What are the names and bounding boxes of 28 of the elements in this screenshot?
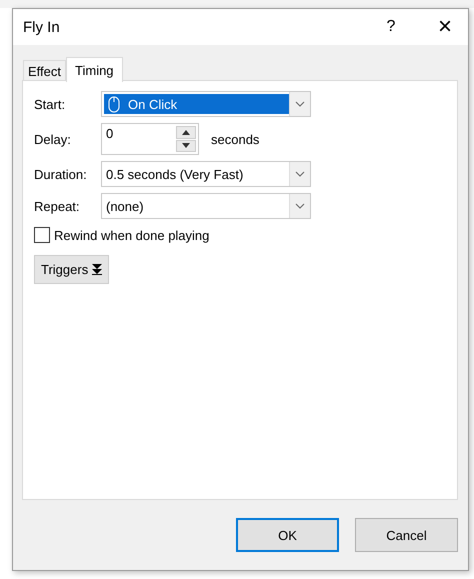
window-title: Fly In	[23, 18, 61, 36]
tab[interactable]: Effect	[23, 60, 66, 81]
dialog-button[interactable]: Cancel	[355, 518, 458, 552]
dropdown[interactable]: 0.5 seconds (Very Fast)	[101, 161, 311, 187]
unit-label: seconds	[211, 132, 260, 146]
triangle-up-icon	[182, 130, 190, 135]
chevron-down-icon	[295, 203, 305, 209]
chevron-down-icon	[295, 101, 305, 107]
tab[interactable]: Timing	[66, 57, 123, 82]
field-label: Start:	[34, 96, 66, 112]
close-button[interactable]: ×	[430, 13, 460, 41]
checkbox-label: Rewind when done playing	[54, 228, 210, 242]
spinner-field[interactable]: 0	[101, 123, 199, 155]
mouse-icon	[108, 96, 120, 112]
dialog-button[interactable]: OK	[236, 518, 339, 552]
triggers-button[interactable]: Triggers	[34, 255, 110, 284]
spin-up-button[interactable]	[176, 126, 196, 138]
field-label: Duration:	[34, 166, 88, 182]
dropdown[interactable]: (none)	[101, 193, 311, 219]
field-label: Delay:	[34, 132, 72, 146]
dropdown[interactable]: On Click	[101, 91, 311, 117]
help-button[interactable]: ?	[376, 18, 406, 36]
spin-down-button[interactable]	[176, 140, 196, 152]
checkbox[interactable]	[34, 227, 50, 243]
double-chevron-down-icon	[92, 264, 102, 275]
field-label: Repeat:	[34, 198, 81, 214]
triangle-down-icon	[182, 143, 190, 148]
chevron-down-icon	[295, 171, 305, 177]
